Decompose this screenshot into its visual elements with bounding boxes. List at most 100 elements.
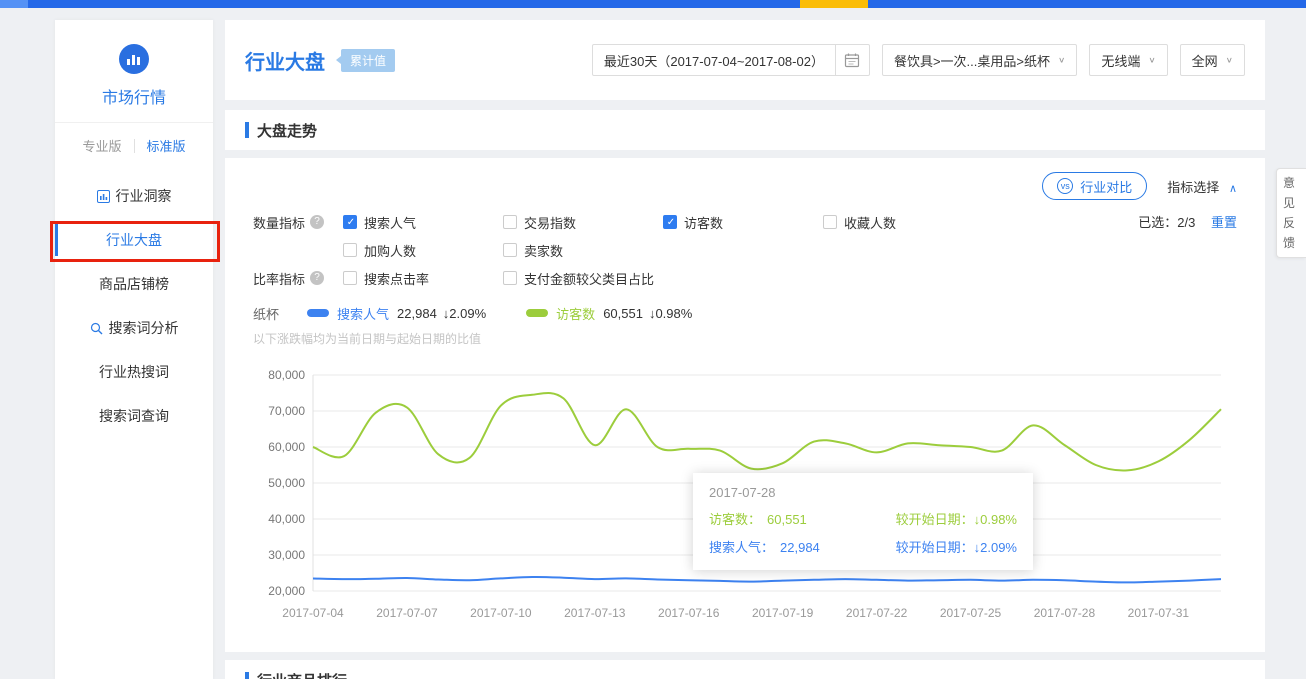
menu-label: 行业热搜词 [99,362,169,382]
sidebar-item-industry-dashboard[interactable]: 行业大盘 [55,218,213,262]
section-accent-bar [245,672,249,679]
sidebar-item-industry-hot-words[interactable]: 行业热搜词 [55,350,213,394]
quantity-indicator-label-group: 数量指标 ? [253,212,343,232]
tooltip-row-visitor: 访客数：60,551 较开始日期：↓0.98% [709,509,1017,528]
checkbox-payment-ratio[interactable]: 支付金额较父类目占比 [503,268,654,288]
legend-item-search-popularity[interactable]: 搜索人气 22,984 ↓2.09% [307,304,486,323]
date-range-picker[interactable]: 最近30天（2017-07-04~2017-08-02） [592,44,870,76]
industry-compare-button[interactable]: vs 行业对比 [1042,172,1147,200]
next-section-header: 行业商品排行 [225,660,1265,679]
legend-swatch [526,309,548,317]
checkbox-favorite-count[interactable]: 收藏人数 [823,212,983,232]
section-title: 大盘走势 [257,120,317,141]
svg-text:80,000: 80,000 [268,368,305,382]
sidebar-item-industry-insight[interactable]: 行业洞察 [55,174,213,218]
checkbox-add-cart-count[interactable]: 加购人数 [343,240,503,260]
svg-text:2017-07-04: 2017-07-04 [282,606,344,620]
tooltip-row-right: 较开始日期：↓2.09% [896,537,1017,556]
checkbox-search-popularity[interactable]: 搜索人气 [343,212,503,232]
checkbox-icon[interactable] [503,215,517,229]
checkbox-seller-count[interactable]: 卖家数 [503,240,663,260]
svg-text:2017-07-16: 2017-07-16 [658,606,720,620]
svg-text:20,000: 20,000 [268,584,305,598]
checkbox-icon[interactable] [663,215,677,229]
tab-standard-version[interactable]: 标准版 [147,136,186,155]
ratio-options: 搜索点击率 支付金额较父类目占比 [343,268,1023,296]
svg-text:50,000: 50,000 [268,476,305,490]
selection-summary: 已选：2/3 重置 [1138,212,1237,231]
legend-series-change: ↓2.09% [443,306,486,321]
checkbox-icon[interactable] [343,215,357,229]
tooltip-row-left: 访客数：60,551 [709,509,807,528]
checkbox-label: 访客数 [684,213,723,232]
vs-icon: vs [1057,178,1073,194]
cumulative-value-badge: 累计值 [341,49,395,72]
tab-divider [134,139,135,153]
tooltip-row-left: 搜索人气：22,984 [709,537,820,556]
svg-text:70,000: 70,000 [268,404,305,418]
checkbox-search-ctr[interactable]: 搜索点击率 [343,268,503,288]
svg-text:2017-07-13: 2017-07-13 [564,606,626,620]
market-chart-logo-icon [119,44,149,74]
svg-text:2017-07-22: 2017-07-22 [846,606,908,620]
tab-pro-version[interactable]: 专业版 [82,136,121,155]
checkbox-icon[interactable] [823,215,837,229]
calendar-icon[interactable] [835,45,869,75]
indicator-select-label: 指标选择 [1167,180,1219,195]
checkbox-icon[interactable] [503,243,517,257]
checkbox-label: 搜索点击率 [364,269,429,288]
legend-series-value: 22,984 [397,306,437,321]
terminal-dropdown[interactable]: 无线端 ∨ [1089,44,1167,76]
chevron-down-icon: ∨ [1058,56,1065,65]
menu-label: 行业大盘 [106,230,162,250]
svg-text:2017-07-25: 2017-07-25 [940,606,1002,620]
checkbox-icon[interactable] [503,271,517,285]
sidebar-item-search-term-query[interactable]: 搜索词查询 [55,394,213,438]
top-nav-bar [0,0,1306,8]
checkbox-transaction-index[interactable]: 交易指数 [503,212,663,232]
menu-label: 行业洞察 [116,186,172,206]
legend-category: 纸杯 [253,304,279,323]
tooltip-row-search: 搜索人气：22,984 较开始日期：↓2.09% [709,537,1017,556]
search-analysis-icon [90,322,103,335]
menu-label: 搜索词查询 [99,406,169,426]
chart-tooltip: 2017-07-28 访客数：60,551 较开始日期：↓0.98% 搜索人气：… [693,473,1033,570]
trend-chart[interactable]: 20,00030,00040,00050,00060,00070,00080,0… [253,361,1237,640]
scope-dropdown-value: 全网 [1192,51,1218,70]
sidebar-item-product-shop-rank[interactable]: 商品店铺榜 [55,262,213,306]
checkbox-label: 卖家数 [524,241,563,260]
section-accent-bar [245,122,249,138]
legend-item-visitor-count[interactable]: 访客数 60,551 ↓0.98% [526,304,692,323]
scope-dropdown[interactable]: 全网 ∨ [1180,44,1245,76]
trend-section-header: 大盘走势 [225,110,1265,150]
category-dropdown-value: 餐饮具>一次...桌用品>纸杯 [894,51,1050,70]
terminal-dropdown-value: 无线端 [1101,51,1140,70]
tooltip-row-right: 较开始日期：↓0.98% [896,509,1017,528]
category-dropdown[interactable]: 餐饮具>一次...桌用品>纸杯 ∨ [882,44,1077,76]
feedback-tab[interactable]: 意见反馈 [1276,168,1306,258]
bar-chart-icon [97,190,110,203]
checkbox-icon[interactable] [343,243,357,257]
page-header: 行业大盘 累计值 最近30天（2017-07-04~2017-08-02） 餐饮… [225,20,1265,100]
ratio-indicator-row: 比率指标 ? 搜索点击率 支付金额较父类目占比 [253,268,1237,296]
checkbox-label: 收藏人数 [844,213,896,232]
sidebar-item-search-term-analysis[interactable]: 搜索词分析 [55,306,213,350]
svg-text:60,000: 60,000 [268,440,305,454]
chevron-down-icon: ∨ [1148,56,1155,65]
chart-note: 以下涨跌幅均为当前日期与起始日期的比值 [253,330,1237,347]
legend-swatch [307,309,329,317]
svg-text:2017-07-31: 2017-07-31 [1128,606,1190,620]
checkbox-icon[interactable] [343,271,357,285]
sidebar-menu: 行业洞察 行业大盘 商品店铺榜 搜索词分析 行业热搜词 搜索词查询 [55,168,213,438]
help-icon[interactable]: ? [310,215,324,229]
legend-series-change: ↓0.98% [649,306,692,321]
reset-button[interactable]: 重置 [1211,215,1237,230]
ratio-indicator-label-group: 比率指标 ? [253,268,343,288]
help-icon[interactable]: ? [310,271,324,285]
legend-series-name: 搜索人气 [337,304,389,323]
quantity-indicator-row: 数量指标 ? 搜索人气 交易指数 [253,212,1237,268]
page-title: 行业大盘 [245,46,325,75]
indicator-select-toggle[interactable]: 指标选择 ∧ [1167,177,1237,196]
indicator-panel: 数量指标 ? 搜索人气 交易指数 [253,212,1237,296]
checkbox-visitor-count[interactable]: 访客数 [663,212,823,232]
